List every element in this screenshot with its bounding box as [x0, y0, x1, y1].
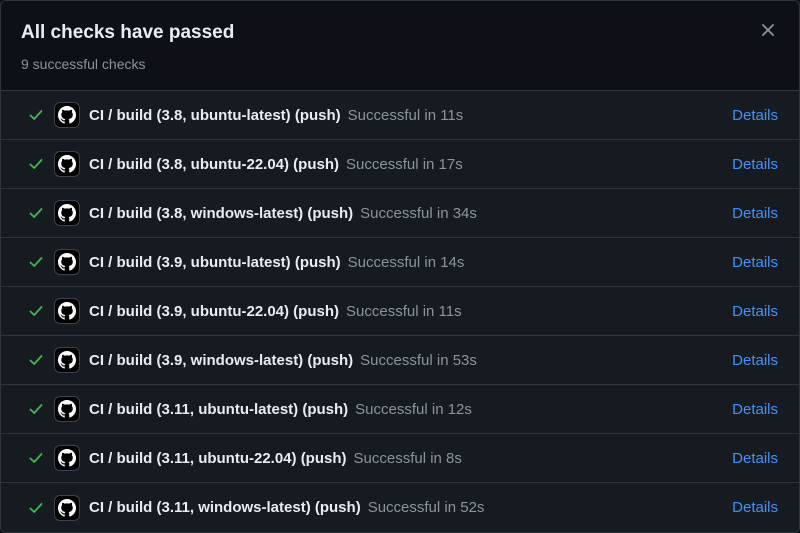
checks-list: CI / build (3.8, ubuntu-latest) (push) S… — [1, 91, 799, 532]
github-icon — [54, 445, 80, 471]
details-link[interactable]: Details — [732, 254, 778, 271]
check-icon — [27, 302, 45, 320]
check-row: CI / build (3.11, ubuntu-latest) (push) … — [1, 385, 799, 434]
check-icon — [27, 204, 45, 222]
check-status: Successful in 14s — [347, 253, 465, 271]
github-icon — [54, 151, 80, 177]
github-icon — [54, 249, 80, 275]
check-icon — [27, 155, 45, 173]
check-name: CI / build (3.8, ubuntu-latest) (push) — [89, 106, 341, 124]
check-name: CI / build (3.11, ubuntu-latest) (push) — [89, 400, 349, 418]
checks-header: All checks have passed 9 successful chec… — [1, 1, 799, 91]
check-row: CI / build (3.8, ubuntu-latest) (push) S… — [1, 91, 799, 140]
check-icon — [27, 449, 45, 467]
check-status: Successful in 11s — [346, 302, 462, 320]
check-status: Successful in 53s — [360, 351, 477, 369]
check-name: CI / build (3.9, ubuntu-22.04) (push) — [89, 302, 339, 320]
check-row: CI / build (3.11, ubuntu-22.04) (push) S… — [1, 434, 799, 483]
close-button[interactable] — [757, 19, 779, 41]
github-icon — [54, 396, 80, 422]
check-status: Successful in 34s — [360, 204, 477, 222]
details-link[interactable]: Details — [732, 205, 778, 222]
check-status: Successful in 52s — [367, 499, 485, 516]
github-icon — [54, 102, 80, 128]
check-name: CI / build (3.8, ubuntu-22.04) (push) — [89, 155, 339, 173]
details-link[interactable]: Details — [732, 499, 778, 516]
details-link[interactable]: Details — [732, 156, 778, 173]
checks-panel: All checks have passed 9 successful chec… — [0, 0, 800, 533]
check-name: CI / build (3.11, ubuntu-22.04) (push) — [89, 449, 347, 467]
check-icon — [27, 499, 45, 517]
details-link[interactable]: Details — [732, 352, 778, 369]
check-row: CI / build (3.8, ubuntu-22.04) (push) Su… — [1, 140, 799, 189]
check-status: Successful in 8s — [353, 449, 462, 467]
check-row: CI / build (3.9, ubuntu-latest) (push) S… — [1, 238, 799, 287]
details-link[interactable]: Details — [732, 107, 778, 124]
check-row: CI / build (3.9, windows-latest) (push) … — [1, 336, 799, 385]
check-icon — [27, 351, 45, 369]
check-icon — [27, 253, 45, 271]
check-row: CI / build (3.11, windows-latest) (push)… — [1, 483, 799, 532]
check-icon — [27, 400, 45, 418]
check-icon — [27, 106, 45, 124]
check-name: CI / build (3.9, windows-latest) (push) — [89, 351, 354, 369]
checks-summary: 9 successful checks — [21, 56, 146, 72]
details-link[interactable]: Details — [732, 303, 778, 320]
check-row: CI / build (3.9, ubuntu-22.04) (push) Su… — [1, 287, 799, 336]
check-name: CI / build (3.8, windows-latest) (push) — [89, 204, 354, 222]
github-icon — [54, 494, 80, 521]
close-icon — [762, 24, 774, 36]
check-row: CI / build (3.8, windows-latest) (push) … — [1, 189, 799, 238]
github-icon — [54, 298, 80, 324]
check-name: CI / build (3.9, ubuntu-latest) (push) — [89, 253, 341, 271]
check-status: Successful in 12s — [355, 400, 472, 418]
github-icon — [54, 200, 80, 226]
panel-title: All checks have passed — [21, 22, 235, 43]
check-status: Successful in 11s — [347, 106, 464, 124]
check-status: Successful in 17s — [346, 155, 463, 173]
check-name: CI / build (3.11, windows-latest) (push) — [89, 499, 361, 516]
details-link[interactable]: Details — [732, 450, 778, 467]
details-link[interactable]: Details — [732, 401, 778, 418]
github-icon — [54, 347, 80, 373]
